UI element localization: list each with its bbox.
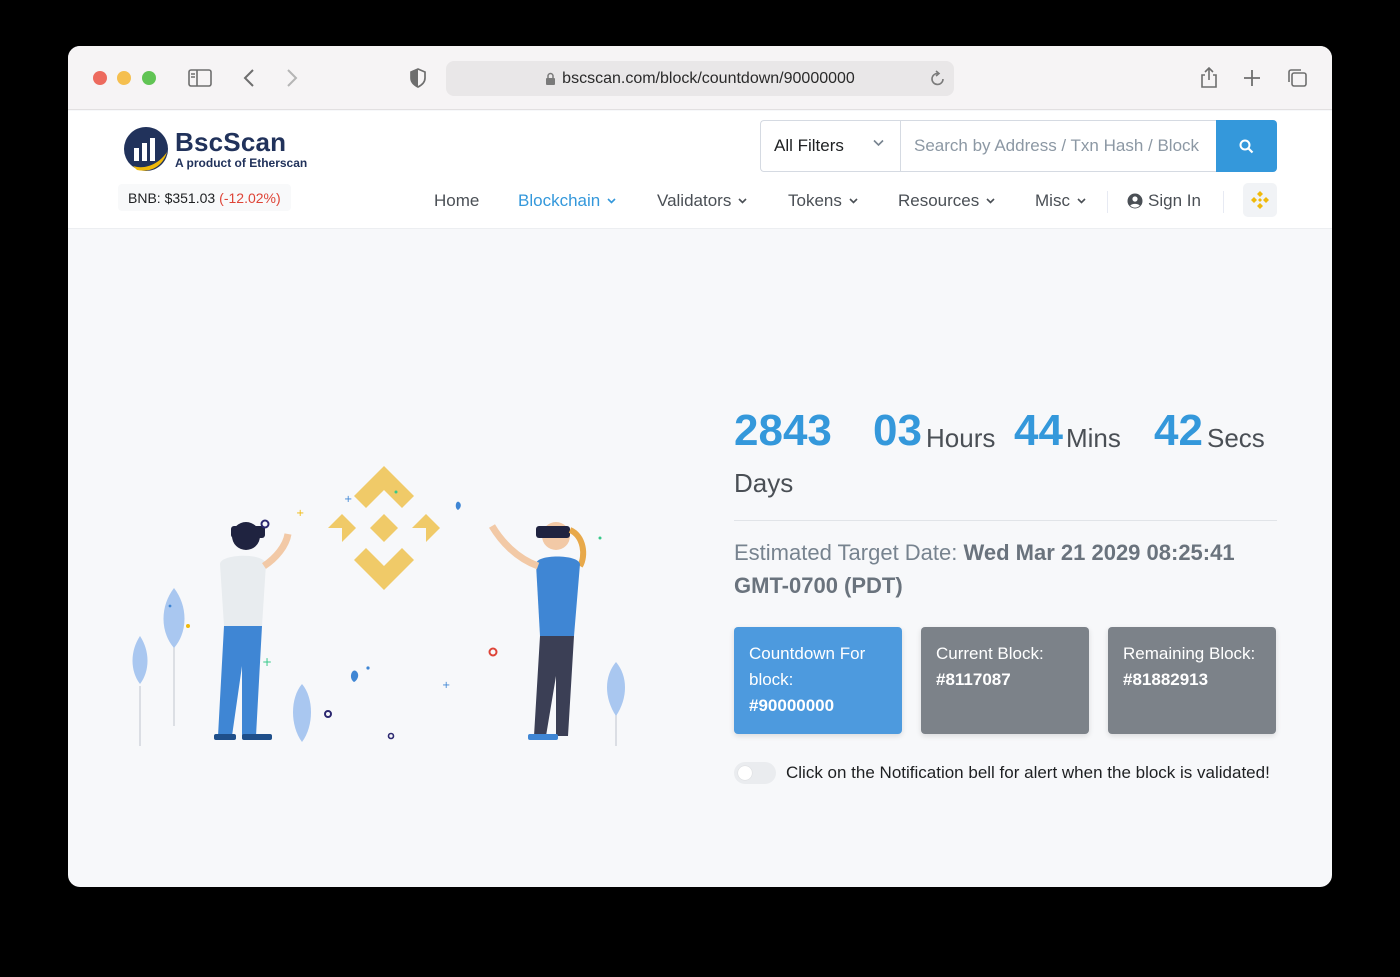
countdown-secs: 42 bbox=[1154, 406, 1203, 455]
tab-overview-icon[interactable] bbox=[1283, 64, 1311, 92]
search-filter-select[interactable]: All Filters bbox=[760, 120, 900, 172]
nav-resources-label: Resources bbox=[898, 191, 980, 210]
search-icon bbox=[1239, 139, 1254, 153]
chevron-down-icon bbox=[1077, 198, 1086, 204]
search-input[interactable] bbox=[900, 120, 1216, 172]
search-button[interactable] bbox=[1216, 120, 1277, 172]
countdown-mins: 44 bbox=[1014, 406, 1063, 455]
nav-home-label: Home bbox=[434, 191, 480, 210]
countdown-hours-unit: Hours bbox=[926, 423, 996, 453]
person-left-graphic bbox=[214, 522, 292, 740]
remaining-block-card: Remaining Block: #81882913 bbox=[1108, 627, 1276, 734]
nav-home[interactable]: Home bbox=[434, 191, 479, 211]
countdown-hours: 03 bbox=[873, 406, 922, 455]
browser-window: bscscan.com/block/countdown/90000000 Bsc… bbox=[68, 46, 1332, 887]
main-nav: Home Blockchain Validators Tokens Resour… bbox=[68, 183, 1332, 219]
chevron-down-icon bbox=[873, 139, 884, 147]
bscscan-logo[interactable]: BscScan A product of Etherscan bbox=[123, 126, 307, 172]
nav-misc[interactable]: Misc bbox=[1035, 191, 1086, 211]
share-icon[interactable] bbox=[1195, 64, 1223, 92]
logo-title: BscScan bbox=[175, 127, 287, 157]
countdown-days: 2843 bbox=[734, 406, 832, 455]
nav-resources[interactable]: Resources bbox=[898, 191, 995, 211]
block-info-cards: Countdown For block: #90000000 Current B… bbox=[734, 627, 1278, 734]
logo-subtitle: A product of Etherscan bbox=[175, 156, 308, 170]
binance-icon bbox=[1251, 191, 1269, 209]
current-block-label: Current Block: bbox=[936, 644, 1044, 663]
url-text: bscscan.com/block/countdown/90000000 bbox=[562, 69, 855, 87]
notification-text: Click on the Notification bell for alert… bbox=[786, 763, 1270, 782]
new-tab-icon[interactable] bbox=[1238, 64, 1266, 92]
countdown-divider bbox=[734, 520, 1277, 521]
nav-blockchain[interactable]: Blockchain bbox=[518, 191, 616, 211]
forward-icon[interactable] bbox=[278, 64, 306, 92]
person-right-graphic bbox=[488, 522, 587, 740]
zoom-window-button[interactable] bbox=[142, 71, 156, 85]
target-date-label: Estimated Target Date: bbox=[734, 540, 958, 565]
reload-icon[interactable] bbox=[930, 69, 946, 87]
nav-sign-in[interactable]: Sign In bbox=[1127, 191, 1201, 211]
binance-logo-graphic bbox=[328, 466, 440, 590]
browser-toolbar: bscscan.com/block/countdown/90000000 bbox=[68, 46, 1332, 110]
nav-misc-label: Misc bbox=[1035, 191, 1070, 210]
svg-text:+: + bbox=[262, 655, 272, 669]
site-header: BscScan A product of Etherscan BNB: $351… bbox=[68, 111, 1332, 229]
notification-toggle[interactable] bbox=[734, 762, 776, 784]
search-bar: All Filters bbox=[760, 120, 1277, 172]
svg-text:+: + bbox=[296, 508, 304, 519]
nav-divider bbox=[1223, 191, 1224, 213]
close-window-button[interactable] bbox=[93, 71, 107, 85]
countdown-mins-unit: Mins bbox=[1066, 423, 1121, 453]
sidebar-icon[interactable] bbox=[186, 64, 214, 92]
countdown-block-label: Countdown For block: bbox=[749, 644, 866, 689]
countdown-block-value: #90000000 bbox=[749, 696, 835, 715]
countdown-secs-unit: Secs bbox=[1207, 423, 1265, 453]
nav-divider bbox=[1107, 191, 1108, 213]
countdown-timer: 2843 03 Hours 44 Mins 42 Secs Days bbox=[734, 406, 1278, 498]
nav-tokens-label: Tokens bbox=[788, 191, 842, 210]
user-icon bbox=[1127, 193, 1143, 209]
chevron-down-icon bbox=[986, 198, 995, 204]
back-icon[interactable] bbox=[235, 64, 263, 92]
remaining-block-label: Remaining Block: bbox=[1123, 644, 1256, 663]
vr-people-illustration: + + + + bbox=[132, 466, 625, 746]
notification-row: Click on the Notification bell for alert… bbox=[734, 761, 1294, 785]
countdown-block-card: Countdown For block: #90000000 bbox=[734, 627, 902, 734]
current-block-card: Current Block: #8117087 bbox=[921, 627, 1089, 734]
bnb-chain-button[interactable] bbox=[1243, 183, 1277, 217]
lock-icon bbox=[545, 72, 556, 86]
chevron-down-icon bbox=[607, 198, 616, 204]
estimated-target-date: Estimated Target Date: Wed Mar 21 2029 0… bbox=[734, 536, 1278, 602]
svg-text:+: + bbox=[442, 680, 450, 691]
minimize-window-button[interactable] bbox=[117, 71, 131, 85]
filter-label: All Filters bbox=[774, 136, 844, 155]
current-block-value[interactable]: #8117087 bbox=[936, 667, 1074, 693]
nav-validators-label: Validators bbox=[657, 191, 732, 210]
nav-tokens[interactable]: Tokens bbox=[788, 191, 858, 211]
shield-icon[interactable] bbox=[404, 64, 432, 92]
address-bar[interactable]: bscscan.com/block/countdown/90000000 bbox=[446, 61, 954, 96]
nav-validators[interactable]: Validators bbox=[657, 191, 747, 211]
svg-text:+: + bbox=[344, 494, 352, 505]
bscscan-logo-icon bbox=[124, 127, 168, 171]
chevron-down-icon bbox=[738, 198, 747, 204]
chevron-down-icon bbox=[849, 198, 858, 204]
remaining-block-value: #81882913 bbox=[1123, 670, 1209, 689]
countdown-days-unit: Days bbox=[734, 468, 794, 498]
nav-blockchain-label: Blockchain bbox=[518, 191, 601, 210]
nav-sign-in-label: Sign In bbox=[1148, 191, 1201, 210]
